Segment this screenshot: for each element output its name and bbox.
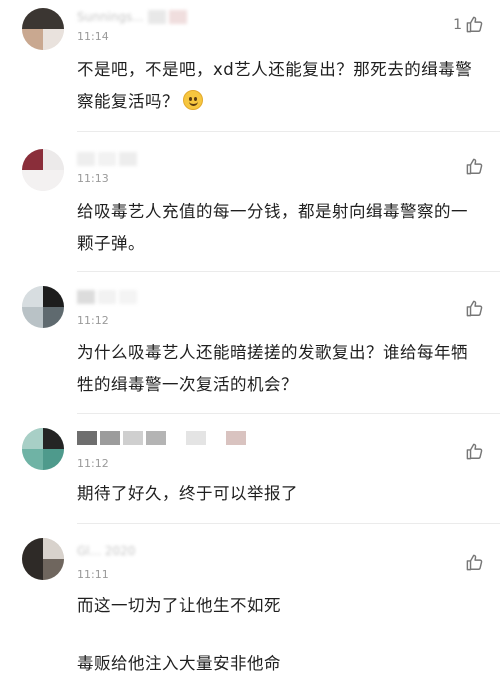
- divider: [77, 271, 500, 272]
- comment-text: 给吸毒艺人充值的每一分钱，都是射向缉毒警察的一颗子弹。: [77, 202, 468, 253]
- like-count: 1: [453, 16, 462, 33]
- avatar[interactable]: [22, 286, 64, 328]
- thumbs-up-icon: [465, 157, 484, 176]
- comment-feed: Sunnings... 11:14 1 不是吧，不是吧，xd艺人还能复出？那死去…: [0, 0, 500, 685]
- comment-text: 不是吧，不是吧，xd艺人还能复出？那死去的缉毒警察能复活吗？: [77, 60, 473, 111]
- comment-text: 毒贩给他注入大量安非他命: [77, 654, 281, 673]
- comment-time: 11:11: [77, 568, 109, 581]
- thumbs-up-icon: [465, 15, 484, 34]
- like-button[interactable]: 1: [453, 15, 484, 34]
- like-button[interactable]: [465, 299, 484, 318]
- comment-time: 11:14: [77, 30, 109, 43]
- avatar[interactable]: [22, 428, 64, 470]
- like-button[interactable]: [465, 553, 484, 572]
- avatar[interactable]: [22, 538, 64, 580]
- comment-text: 期待了好久，终于可以举报了: [77, 484, 298, 503]
- comment-text: 为什么吸毒艺人还能暗搓搓的发歌复出？谁给每年牺牲的缉毒警一次复活的机会？: [77, 343, 468, 394]
- username[interactable]: [77, 431, 249, 445]
- like-button[interactable]: [465, 442, 484, 461]
- avatar[interactable]: [22, 149, 64, 191]
- username[interactable]: [77, 152, 140, 166]
- comment-time: 11:12: [77, 457, 109, 470]
- thumbs-up-icon: [465, 442, 484, 461]
- comment-time: 11:13: [77, 172, 109, 185]
- comment-text: 而这一切为了让他生不如死: [77, 596, 281, 615]
- avatar[interactable]: [22, 8, 64, 50]
- like-button[interactable]: [465, 157, 484, 176]
- username[interactable]: Gl... 2020: [77, 544, 135, 558]
- divider: [77, 131, 500, 132]
- divider: [77, 413, 500, 414]
- thumbs-up-icon: [465, 553, 484, 572]
- username[interactable]: [77, 290, 140, 304]
- thumbs-up-icon: [465, 299, 484, 318]
- divider: [77, 523, 500, 524]
- username[interactable]: Sunnings...: [77, 10, 190, 24]
- smiling-face-icon: [183, 90, 203, 110]
- comment-time: 11:12: [77, 314, 109, 327]
